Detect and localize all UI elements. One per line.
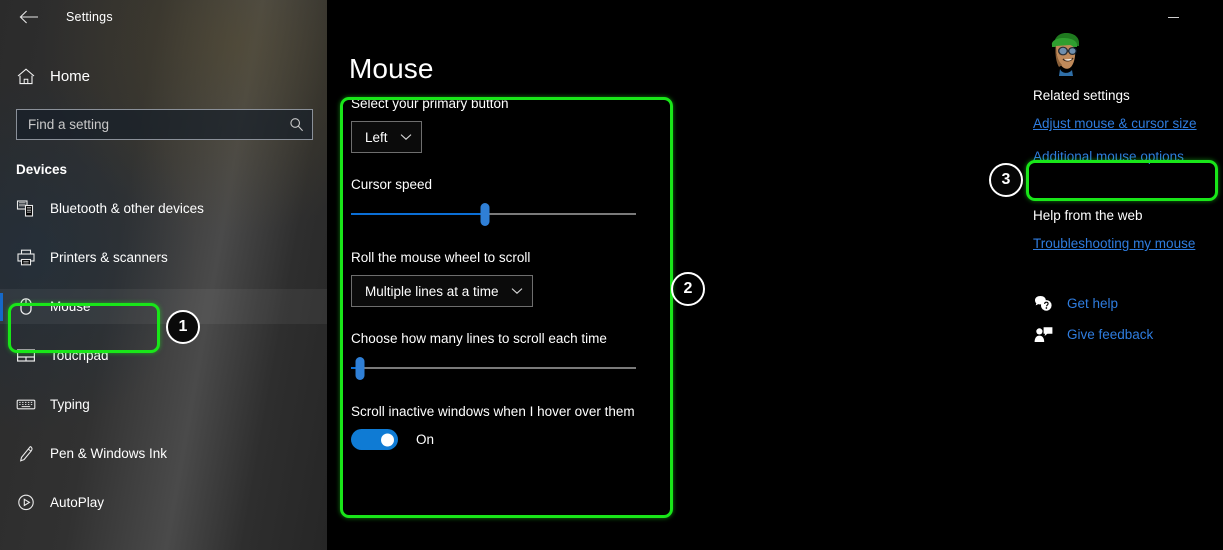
- primary-button-value: Left: [365, 129, 388, 145]
- back-arrow-icon: [19, 10, 38, 24]
- sidebar-item-pen-windows-ink[interactable]: Pen & Windows Ink: [0, 436, 327, 471]
- keyboard-icon: [16, 395, 48, 414]
- link-adjust-mouse-cursor-size[interactable]: Adjust mouse & cursor size: [1033, 116, 1223, 131]
- slider-fill: [351, 213, 485, 215]
- scroll-inactive-state: On: [416, 432, 435, 447]
- related-settings-column: Related settings Adjust mouse & cursor s…: [1033, 30, 1223, 357]
- sidebar-item-label: AutoPlay: [50, 495, 105, 510]
- wheel-scroll-label: Roll the mouse wheel to scroll: [351, 250, 531, 265]
- give-feedback-label: Give feedback: [1067, 327, 1154, 342]
- search-box[interactable]: [16, 109, 313, 140]
- settings-window: Settings Home Devices: [0, 0, 1223, 550]
- sidebar-item-label: Typing: [50, 397, 90, 412]
- sidebar-item-label: Touchpad: [50, 348, 109, 363]
- scroll-inactive-label: Scroll inactive windows when I hover ove…: [351, 404, 635, 419]
- sidebar-nav-list: Bluetooth & other devices Printers & sca…: [0, 191, 327, 520]
- title-bar: Settings: [0, 0, 327, 34]
- sidebar-item-home[interactable]: Home: [0, 56, 327, 96]
- wheel-scroll-value: Multiple lines at a time: [365, 283, 499, 299]
- get-help-icon: [1033, 295, 1053, 312]
- window-title: Settings: [66, 10, 113, 24]
- annotation-badge-1: 1: [166, 310, 200, 344]
- slider-thumb[interactable]: [355, 356, 365, 380]
- sidebar-item-typing[interactable]: Typing: [0, 387, 327, 422]
- cursor-speed-slider[interactable]: [351, 202, 636, 226]
- annotation-badge-3: 3: [989, 163, 1023, 197]
- sidebar-home-label: Home: [50, 67, 91, 85]
- lines-to-scroll-slider[interactable]: [351, 356, 636, 380]
- sidebar-item-printers-scanners[interactable]: Printers & scanners: [0, 240, 327, 275]
- lines-to-scroll-label: Choose how many lines to scroll each tim…: [351, 331, 607, 346]
- user-avatar-icon: [1043, 30, 1087, 76]
- link-give-feedback[interactable]: Give feedback: [1033, 326, 1223, 343]
- sidebar-item-bluetooth-other-devices[interactable]: Bluetooth & other devices: [0, 191, 327, 226]
- sidebar-item-autoplay[interactable]: AutoPlay: [0, 485, 327, 520]
- mouse-icon: [16, 297, 48, 316]
- scroll-inactive-setting: Scroll inactive windows when I hover ove…: [351, 404, 675, 450]
- chevron-down-icon: [400, 133, 412, 141]
- lines-to-scroll-setting: Choose how many lines to scroll each tim…: [351, 331, 675, 380]
- home-icon: [16, 67, 48, 86]
- scroll-inactive-toggle[interactable]: [351, 429, 398, 450]
- mouse-settings-panel: Select your primary button Left Cursor s…: [351, 96, 675, 474]
- related-settings-heading: Related settings: [1033, 88, 1130, 103]
- back-button[interactable]: [6, 2, 52, 32]
- cursor-speed-setting: Cursor speed: [351, 177, 675, 226]
- sidebar-item-label: Printers & scanners: [50, 250, 168, 265]
- slider-track: [351, 367, 636, 369]
- page-title: Mouse: [349, 53, 434, 84]
- navigation-sidebar: Settings Home Devices: [0, 0, 327, 550]
- link-troubleshooting-my-mouse[interactable]: Troubleshooting my mouse: [1033, 236, 1223, 251]
- slider-thumb[interactable]: [480, 202, 490, 226]
- minimize-icon: [1167, 16, 1179, 18]
- minimize-button[interactable]: [1153, 7, 1193, 27]
- cursor-speed-label: Cursor speed: [351, 177, 433, 192]
- pen-icon: [16, 444, 48, 463]
- sidebar-item-mouse[interactable]: Mouse: [0, 289, 327, 324]
- toggle-knob: [381, 433, 394, 446]
- sidebar-item-label: Bluetooth & other devices: [50, 201, 204, 216]
- printer-icon: [16, 248, 48, 267]
- touchpad-icon: [16, 346, 48, 365]
- sidebar-item-label: Mouse: [50, 299, 91, 314]
- get-help-label: Get help: [1067, 296, 1119, 311]
- sidebar-item-touchpad[interactable]: Touchpad: [0, 338, 327, 373]
- primary-button-dropdown[interactable]: Left: [351, 121, 422, 153]
- wheel-scroll-setting: Roll the mouse wheel to scroll Multiple …: [351, 250, 675, 307]
- annotation-badge-2: 2: [671, 272, 705, 306]
- sidebar-item-label: Pen & Windows Ink: [50, 446, 168, 461]
- bluetooth-devices-icon: [16, 199, 48, 218]
- sidebar-group-title: Devices: [16, 162, 68, 177]
- chevron-down-icon: [511, 287, 523, 295]
- primary-button-setting: Select your primary button Left: [351, 96, 675, 153]
- link-get-help[interactable]: Get help: [1033, 295, 1223, 312]
- give-feedback-icon: [1033, 326, 1053, 343]
- wheel-scroll-dropdown[interactable]: Multiple lines at a time: [351, 275, 533, 307]
- search-icon: [289, 117, 304, 132]
- main-content: Mouse Select your primary button Left Cu…: [327, 0, 1223, 550]
- search-input[interactable]: [28, 117, 289, 132]
- primary-button-label: Select your primary button: [351, 96, 509, 111]
- link-additional-mouse-options[interactable]: Additional mouse options: [1033, 149, 1223, 164]
- help-from-web-heading: Help from the web: [1033, 208, 1143, 223]
- autoplay-icon: [16, 493, 48, 512]
